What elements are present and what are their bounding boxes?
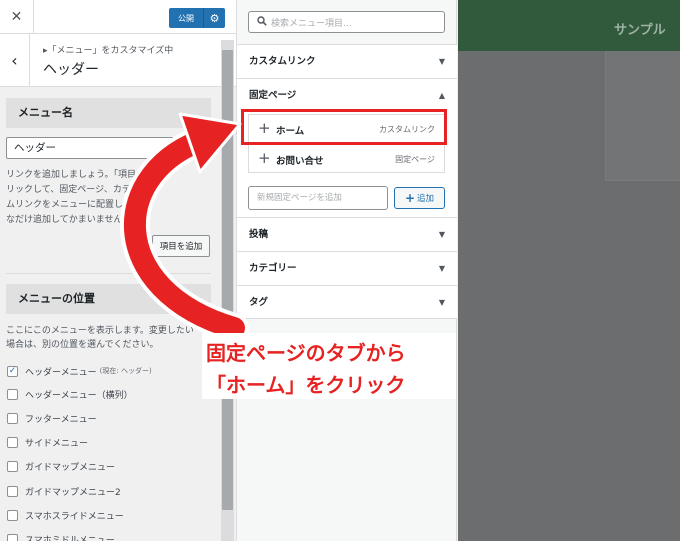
accordion-fixed-page[interactable]: 固定ページ ▲	[237, 78, 457, 112]
accordion-custom-link[interactable]: カスタムリンク ▼	[237, 44, 457, 78]
location-checkbox-row[interactable]: フッターメニュー	[7, 411, 97, 425]
menu-help-text: リンクを追加しましょう。「項目 リックして、固定ページ、カテ ムリンクをメニュー…	[6, 168, 211, 228]
item-type: 固定ページ	[395, 155, 435, 164]
scrollbar-thumb[interactable]	[222, 50, 233, 510]
location-checkbox-row[interactable]: ✓ ヘッダーメニュー (現在: ヘッダー)	[7, 364, 152, 378]
preview-content-block	[605, 51, 680, 181]
help-line: リックして、固定ページ、カテ	[6, 185, 131, 195]
page-title: ヘッダー	[43, 62, 99, 78]
add-items-button[interactable]: 項目を追加	[152, 235, 210, 257]
customizer-panel: ✕ 公開 ⚙ ‹ ▸「メニュー」をカスタマイズ中 ヘッダー メニュー名 ヘッダー…	[0, 0, 237, 541]
menu-locations-heading: メニューの位置	[6, 284, 211, 314]
customizer-topbar: ✕ 公開 ⚙	[0, 0, 236, 34]
add-items-panel: 検索メニュー項目... カスタムリンク ▼ 固定ページ ▲ + ホーム カスタム…	[237, 0, 457, 541]
location-note: (現在: ヘッダー)	[99, 367, 152, 375]
desc-line: ここにこのメニューを表示します。変更したい	[6, 326, 194, 336]
add-label: 追加	[417, 194, 435, 204]
add-page-button[interactable]: + 追加	[394, 187, 445, 209]
accordion-label: タグ	[249, 297, 269, 308]
annotation-line-1: 固定ページのタブから	[206, 341, 406, 365]
breadcrumb: ▸「メニュー」をカスタマイズ中	[43, 46, 174, 56]
accordion-label: カテゴリー	[249, 263, 297, 274]
location-checkbox-row[interactable]: スマホミドルメニュー	[7, 532, 115, 541]
search-input[interactable]: 検索メニュー項目...	[248, 11, 445, 33]
checkbox[interactable]	[7, 412, 18, 424]
location-label: フッターメニュー	[25, 414, 97, 425]
search-icon	[257, 16, 267, 26]
chevron-down-icon: ▼	[438, 264, 445, 273]
new-page-input[interactable]: 新規固定ページを追加	[248, 186, 388, 210]
checkbox[interactable]	[7, 436, 18, 448]
accordion-label: 投稿	[249, 229, 269, 240]
accordion-label: カスタムリンク	[249, 56, 316, 67]
help-line: ムリンクをメニューに配置し	[6, 200, 124, 210]
location-checkbox-row[interactable]: ガイドマップメニュー	[7, 459, 115, 473]
location-label: ヘッダーメニュー	[25, 367, 97, 378]
desc-line: 場合は、別の位置を選んでください。	[6, 340, 159, 350]
section-header: ‹ ▸「メニュー」をカスタマイズ中 ヘッダー	[0, 34, 236, 87]
location-checkbox-row[interactable]: サイドメニュー	[7, 435, 88, 449]
location-label: サイドメニュー	[25, 438, 89, 449]
help-line: なだけ追加してかまいません。	[6, 215, 132, 225]
location-checkbox-row[interactable]: ヘッダーメニュー（横列）	[7, 387, 133, 401]
checkbox[interactable]	[7, 388, 18, 400]
divider	[6, 273, 211, 274]
menu-locations-desc: ここにこのメニューを表示します。変更したい 場合は、別の位置を選んでください。	[6, 324, 211, 352]
help-line: リンクを追加しましょう。「項目	[6, 170, 136, 180]
chevron-down-icon: ▼	[438, 298, 445, 307]
item-title: お問い合せ	[276, 156, 324, 167]
location-label: ガイドマップメニュー2	[25, 487, 121, 498]
gear-icon[interactable]: ⚙	[203, 8, 225, 28]
close-button[interactable]: ✕	[0, 0, 34, 34]
location-label: スマホミドルメニュー	[25, 535, 115, 541]
checkbox[interactable]	[7, 460, 18, 472]
checkbox[interactable]	[7, 485, 18, 497]
plus-icon: +	[404, 191, 416, 205]
location-label: ガイドマップメニュー	[25, 462, 116, 473]
location-checkbox-row[interactable]: スマホスライドメニュー	[7, 508, 124, 522]
plus-icon: +	[258, 149, 271, 167]
checkbox-checked[interactable]: ✓	[7, 365, 18, 377]
publish-button[interactable]: 公開	[169, 8, 203, 28]
annotation-line-2: 「ホーム」をクリック	[206, 373, 406, 397]
back-button[interactable]: ‹	[0, 34, 30, 87]
menu-name-heading: メニュー名	[6, 98, 211, 128]
highlight-box	[241, 109, 447, 145]
checkbox[interactable]	[7, 509, 18, 521]
search-placeholder: 検索メニュー項目...	[271, 19, 352, 29]
list-item-contact[interactable]: + お問い合せ 固定ページ	[248, 144, 445, 173]
accordion-posts[interactable]: 投稿 ▼	[237, 217, 457, 251]
site-title: サンプル	[614, 23, 666, 38]
chevron-down-icon: ▼	[438, 230, 445, 239]
scrollbar[interactable]	[221, 40, 234, 541]
menu-name-input[interactable]: ヘッダー	[6, 137, 211, 159]
accordion-categories[interactable]: カテゴリー ▼	[237, 251, 457, 285]
checkbox[interactable]	[7, 533, 18, 541]
location-label: ヘッダーメニュー（横列）	[25, 390, 133, 401]
chevron-down-icon: ▼	[438, 57, 445, 66]
accordion-label: 固定ページ	[249, 90, 297, 101]
site-preview: サンプル	[458, 0, 680, 541]
chevron-up-icon: ▲	[438, 91, 445, 100]
accordion-tags[interactable]: タグ ▼	[237, 285, 457, 319]
location-label: スマホスライドメニュー	[25, 511, 124, 522]
preview-header: サンプル	[458, 0, 680, 51]
location-checkbox-row[interactable]: ガイドマップメニュー2	[7, 484, 121, 498]
